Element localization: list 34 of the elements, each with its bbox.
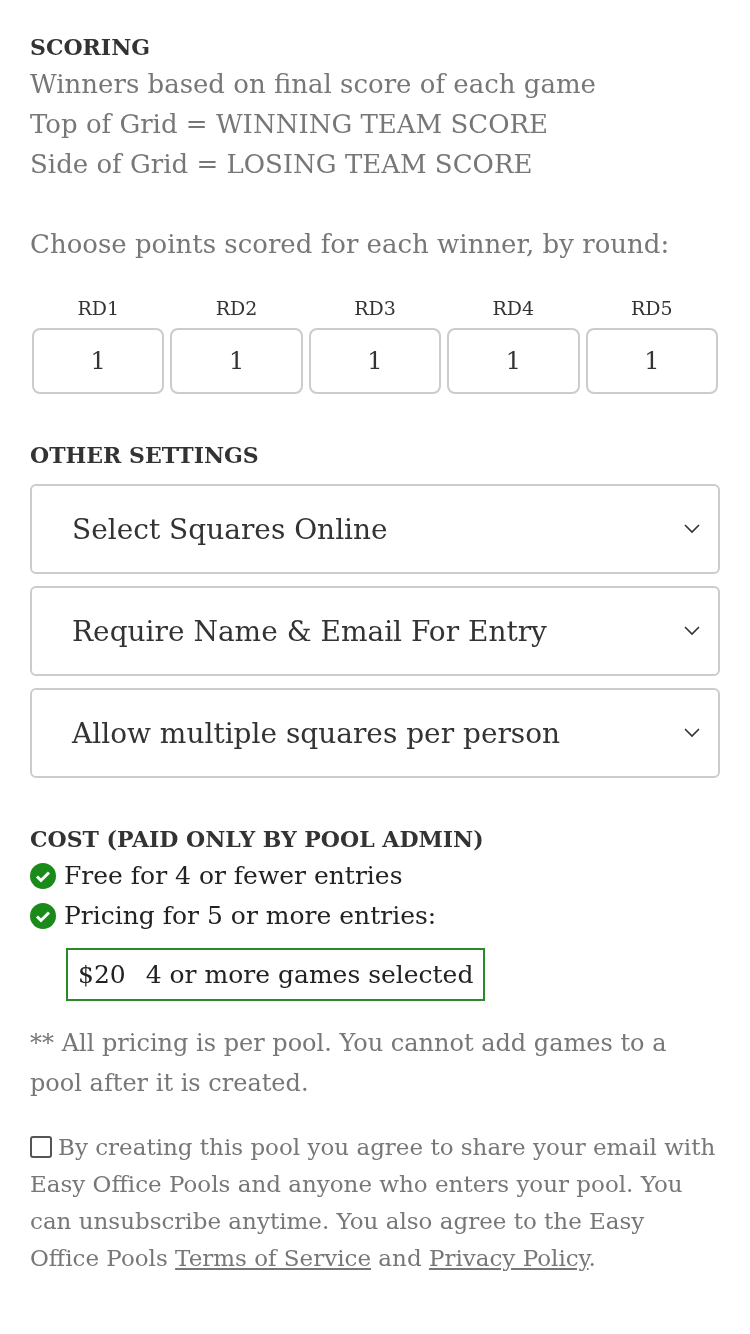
check-circle-icon [30,903,56,929]
points-prompt: Choose points scored for each winner, by round: [30,228,671,261]
policy-link[interactable]: Terms of Service [175,1245,372,1271]
chevron-down-icon [684,728,700,738]
section-heading: OTHER SETTINGS [30,441,260,470]
settings-dropdown[interactable]: Select Squares Online [30,484,720,574]
settings-dropdown[interactable]: Allow multiple squares per person [30,688,720,778]
price-amount: $20 [78,960,126,989]
chevron-down-icon [684,524,700,534]
points-input[interactable]: 1 [585,328,718,394]
points-input[interactable]: 1 [170,328,303,394]
agree-checkbox[interactable] [30,1136,52,1158]
section-heading: SCORING [30,33,152,62]
agreement-text: By creating this pool you agree to share your email with Easy Office Pools and anyone who enters your pool. You can unsubscribe anytime. You also agree to the Easy Office Pools Terms of Service and Privacy Policy. [30,1133,717,1273]
scoring-rule: Side of Grid = LOSING TEAM SCORE [30,148,534,181]
pricing-item: Pricing for 5 or more entries: [64,900,437,932]
scoring-rule: Winners based on final score of each game [30,68,597,101]
price-description: 4 or more games selected [145,960,474,989]
round-label: RD1 [77,296,119,321]
points-input[interactable]: 1 [447,328,580,394]
pricing-note: ** All pricing is per pool. You cannot add games to a pool after it is created. [30,1028,668,1099]
policy-link[interactable]: Privacy Policy [428,1245,589,1271]
settings-dropdown[interactable]: Require Name & Email For Entry [30,586,720,676]
round-label: RD2 [215,296,258,321]
check-circle-icon [30,863,56,889]
pricing-item: Free for 4 or fewer entries [64,860,403,892]
round-label: RD3 [354,296,396,321]
points-input[interactable]: 1 [32,328,165,394]
section-heading: COST (PAID ONLY BY POOL ADMIN) [30,825,485,854]
round-label: RD5 [630,296,673,321]
scoring-rule: Top of Grid = WINNING TEAM SCORE [30,108,549,141]
round-label: RD4 [492,296,535,321]
points-input[interactable]: 1 [308,328,442,394]
chevron-down-icon [684,626,700,636]
